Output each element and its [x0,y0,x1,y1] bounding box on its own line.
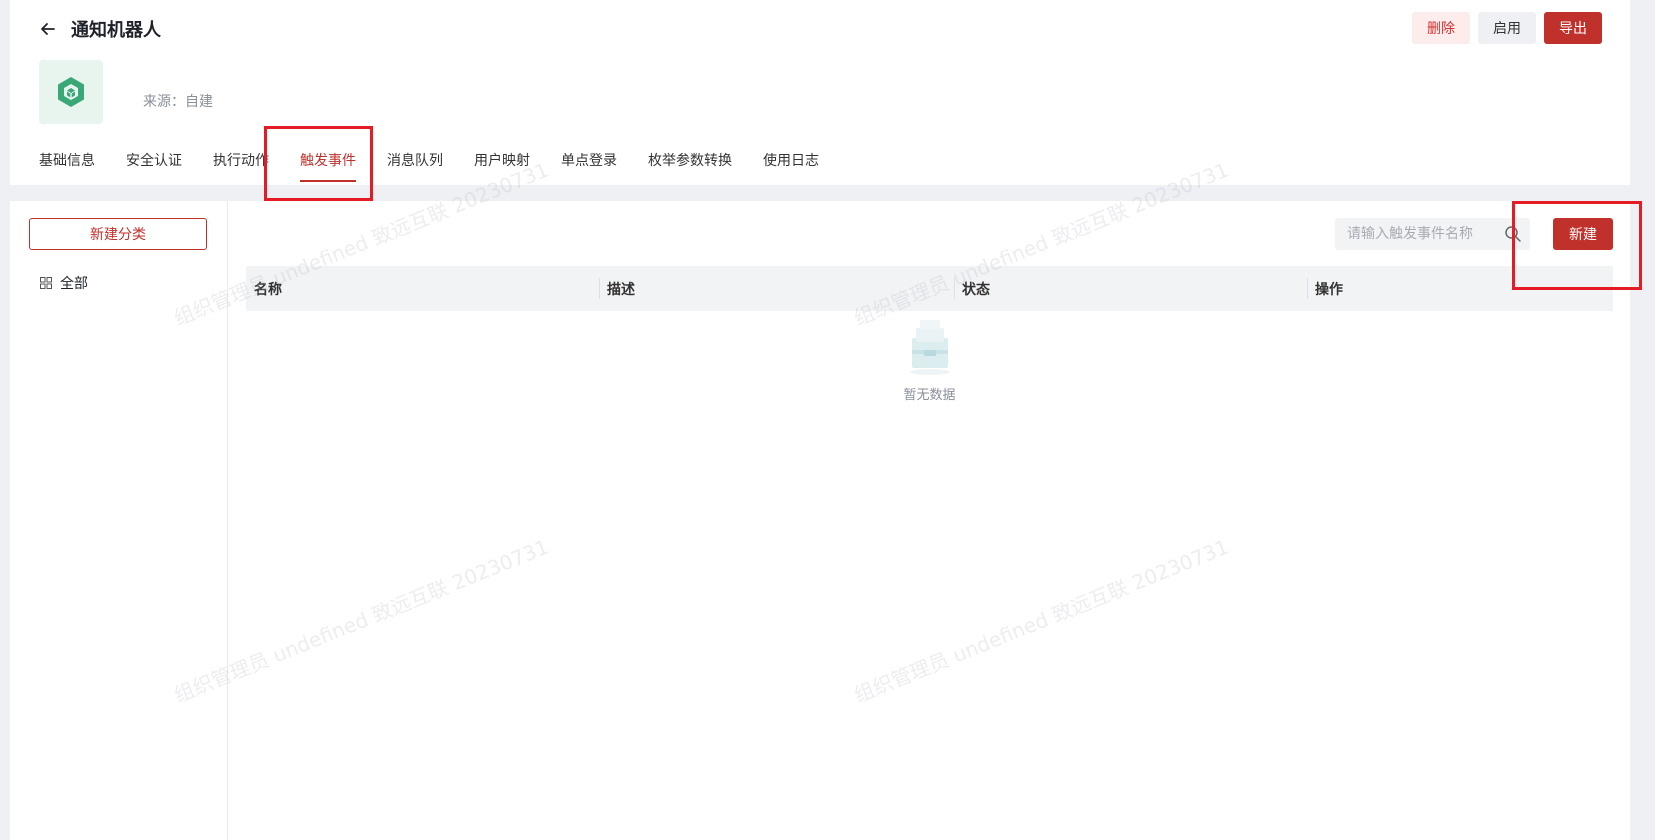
enable-button[interactable]: 启用 [1478,12,1536,44]
new-category-button[interactable]: 新建分类 [29,218,207,250]
tab-basic-info[interactable]: 基础信息 [39,150,95,184]
table-body: 暂无数据 [246,201,1613,501]
header-actions: 删除 启用 导出 [1412,12,1602,44]
tab-actions[interactable]: 执行动作 [213,150,269,184]
tab-trigger-events[interactable]: 触发事件 [300,150,356,184]
empty-box-icon [909,320,950,375]
export-button[interactable]: 导出 [1544,12,1602,44]
page-title: 通知机器人 [71,20,161,41]
tab-sso[interactable]: 单点登录 [561,150,617,184]
app-logo [39,60,103,124]
sidebar-item-all[interactable]: 全部 [40,273,88,293]
tab-enum-param-conversion[interactable]: 枚举参数转换 [648,150,732,184]
tab-message-queue[interactable]: 消息队列 [387,150,443,184]
empty-text: 暂无数据 [903,388,956,403]
category-sidebar: 新建分类 全部 [10,201,228,840]
delete-button[interactable]: 删除 [1412,12,1470,44]
sidebar-item-label: 全部 [60,276,88,292]
main-panel: 新建分类 全部 新建 名称 描述 状态 操作 [10,201,1630,840]
tab-user-mapping[interactable]: 用户映射 [474,150,530,184]
cube-icon [58,77,84,107]
header-card: 通知机器人 删除 启用 导出 来源：自建 基础信息 安全认证 执行动作 触发事件… [10,0,1630,185]
empty-state: 暂无数据 [246,316,1613,403]
grid-icon [40,277,52,289]
source-label: 来源：自建 [143,94,213,110]
tab-security-auth[interactable]: 安全认证 [126,150,182,184]
tab-usage-log[interactable]: 使用日志 [763,150,819,184]
tab-bar: 基础信息 安全认证 执行动作 触发事件 消息队列 用户映射 单点登录 枚举参数转… [39,150,850,184]
arrow-left-icon[interactable] [38,19,58,39]
